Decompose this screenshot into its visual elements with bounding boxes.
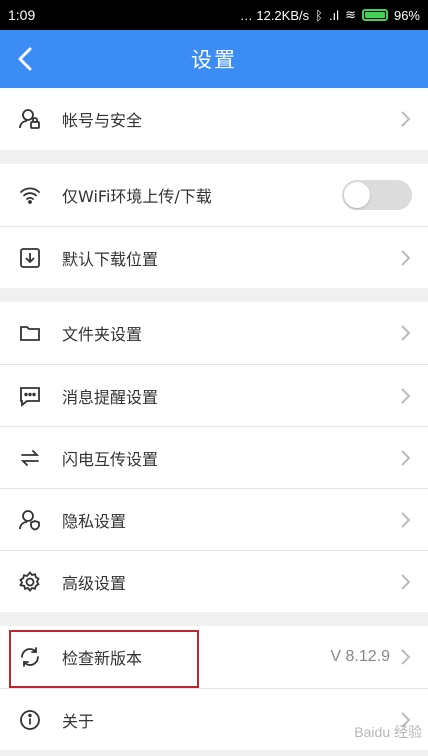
settings-group-about: 检查新版本 V 8.12.9 关于 Baidu 经验	[0, 626, 428, 750]
chevron-right-icon	[401, 249, 411, 266]
row-label: 文件夹设置	[62, 325, 143, 344]
chevron-right-icon	[401, 325, 411, 341]
back-arrow-icon	[18, 47, 32, 71]
highlight-box	[9, 630, 199, 688]
back-button[interactable]	[0, 30, 50, 88]
battery-icon	[361, 9, 388, 21]
gear-icon	[18, 570, 42, 594]
account-lock-icon	[18, 107, 42, 131]
wifi-status-icon: ≋	[345, 7, 356, 22]
chevron-right-icon	[401, 573, 411, 590]
row-advanced-settings[interactable]: 高级设置	[0, 550, 428, 612]
row-account-security[interactable]: 帐号与安全	[0, 88, 428, 150]
row-label: 闪电互传设置	[62, 449, 159, 469]
chevron-right-icon	[401, 449, 411, 466]
page-title: 设置	[191, 48, 237, 72]
battery-percent: 96%	[393, 7, 420, 23]
signal-icon: .ıl	[328, 7, 340, 23]
row-label: 消息提醒设置	[62, 387, 159, 407]
settings-group-account: 帐号与安全	[0, 88, 428, 150]
row-download-location[interactable]: 默认下载位置	[0, 226, 428, 288]
row-flash-transfer[interactable]: 闪电互传设置	[0, 426, 428, 488]
status-indicators: … 12.2KB/s ᛒ .ıl ≋ 96%	[240, 7, 420, 23]
version-value: V 8.12.9	[330, 648, 390, 665]
row-folder-settings[interactable]: 文件夹设置	[0, 302, 428, 364]
download-icon	[18, 246, 42, 270]
chevron-right-icon	[401, 387, 411, 404]
row-label: 高级设置	[62, 573, 127, 593]
settings-group-transfer: 仅WiFi环境上传/下载 默认下载位置	[0, 164, 428, 288]
row-wifi-only: 仅WiFi环境上传/下载	[0, 164, 428, 226]
privacy-icon	[18, 508, 42, 532]
row-label: 隐私设置	[62, 511, 127, 531]
speed-text: … 12.2KB/s	[239, 7, 310, 23]
status-time: 1:09	[8, 7, 36, 23]
row-label: 关于	[62, 711, 95, 731]
message-icon	[18, 384, 42, 408]
chevron-right-icon	[401, 111, 411, 127]
status-bar: 1:09 … 12.2KB/s ᛒ .ıl ≋ 96%	[0, 0, 428, 30]
row-label: 帐号与安全	[62, 111, 143, 130]
info-icon	[18, 708, 42, 732]
folder-icon	[18, 321, 42, 345]
row-check-update[interactable]: 检查新版本 V 8.12.9	[0, 626, 428, 688]
bluetooth-icon: ᛒ	[315, 7, 323, 23]
chevron-right-icon	[401, 511, 411, 528]
row-privacy-settings[interactable]: 隐私设置	[0, 488, 428, 550]
row-label: 默认下载位置	[62, 249, 159, 269]
wifi-icon	[18, 183, 42, 207]
app-header: 设置	[0, 30, 428, 88]
settings-group-general: 文件夹设置 消息提醒设置 闪电互传设置 隐私设置 高级设置	[0, 302, 428, 612]
row-label: 仅WiFi环境上传/下载	[62, 187, 212, 206]
toggle-knob	[344, 182, 370, 208]
row-about[interactable]: 关于 Baidu 经验	[0, 688, 428, 750]
wifi-only-toggle[interactable]	[342, 180, 412, 210]
transfer-icon	[18, 446, 42, 470]
row-message-settings[interactable]: 消息提醒设置	[0, 364, 428, 426]
watermark: Baidu 经验	[354, 724, 422, 740]
chevron-right-icon	[401, 649, 411, 665]
